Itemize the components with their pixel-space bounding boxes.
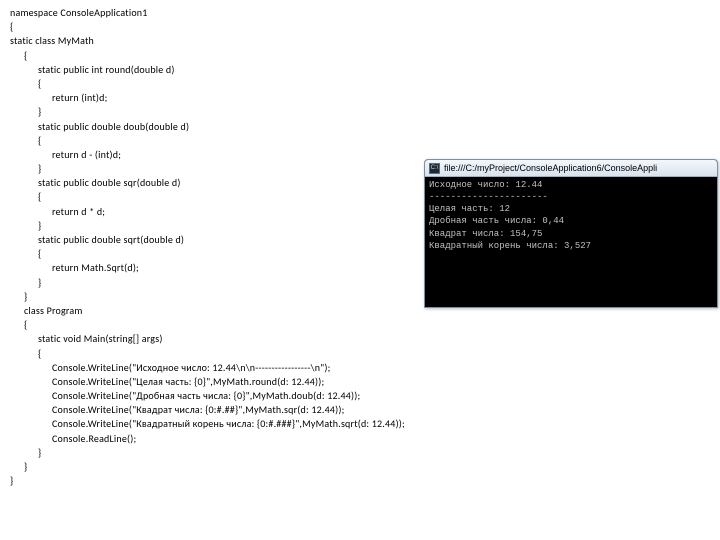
code-line: static public int round(double d) [10,63,710,77]
console-titlebar: C:\ file:///C:/myProject/ConsoleApplicat… [425,160,717,177]
code-line: { [10,49,710,63]
console-line: Целая часть: 12 [429,203,713,215]
code-line: Console.WriteLine("Целая часть: {0}",MyM… [10,375,710,389]
code-line: Console.WriteLine("Квадратный корень чис… [10,417,710,431]
code-line: Console.WriteLine("Дробная часть числа: … [10,389,710,403]
code-line: static public double doub(double d) [10,120,710,134]
console-line: Дробная часть числа: 0,44 [429,215,713,227]
console-title: file:///C:/myProject/ConsoleApplication6… [444,162,657,175]
code-line: { [10,77,710,91]
code-line: namespace ConsoleApplication1 [10,6,710,20]
code-line: static class MyMath [10,34,710,48]
console-line: Квадратный корень числа: 3,527 [429,240,713,252]
code-line: Console.ReadLine(); [10,432,710,446]
console-output: Исходное число: 12.44-------------------… [425,177,717,307]
console-window: C:\ file:///C:/myProject/ConsoleApplicat… [424,159,718,308]
code-line: } [10,105,710,119]
code-line: } [10,446,710,460]
code-line: static void Main(string[] args) [10,332,710,346]
console-line: Исходное число: 12.44 [429,179,713,191]
code-line: { [10,347,710,361]
console-line: Квадрат числа: 154,75 [429,228,713,240]
console-line: ---------------------- [429,191,713,203]
code-line: return (int)d; [10,91,710,105]
cmd-icon: C:\ [429,163,440,174]
code-line: Console.WriteLine("Исходное число: 12.44… [10,361,710,375]
code-line: { [10,134,710,148]
code-line: { [10,20,710,34]
code-line: Console.WriteLine("Квадрат числа: {0:#.#… [10,403,710,417]
code-line: } [10,460,710,474]
code-line: { [10,318,710,332]
code-line: } [10,474,710,488]
